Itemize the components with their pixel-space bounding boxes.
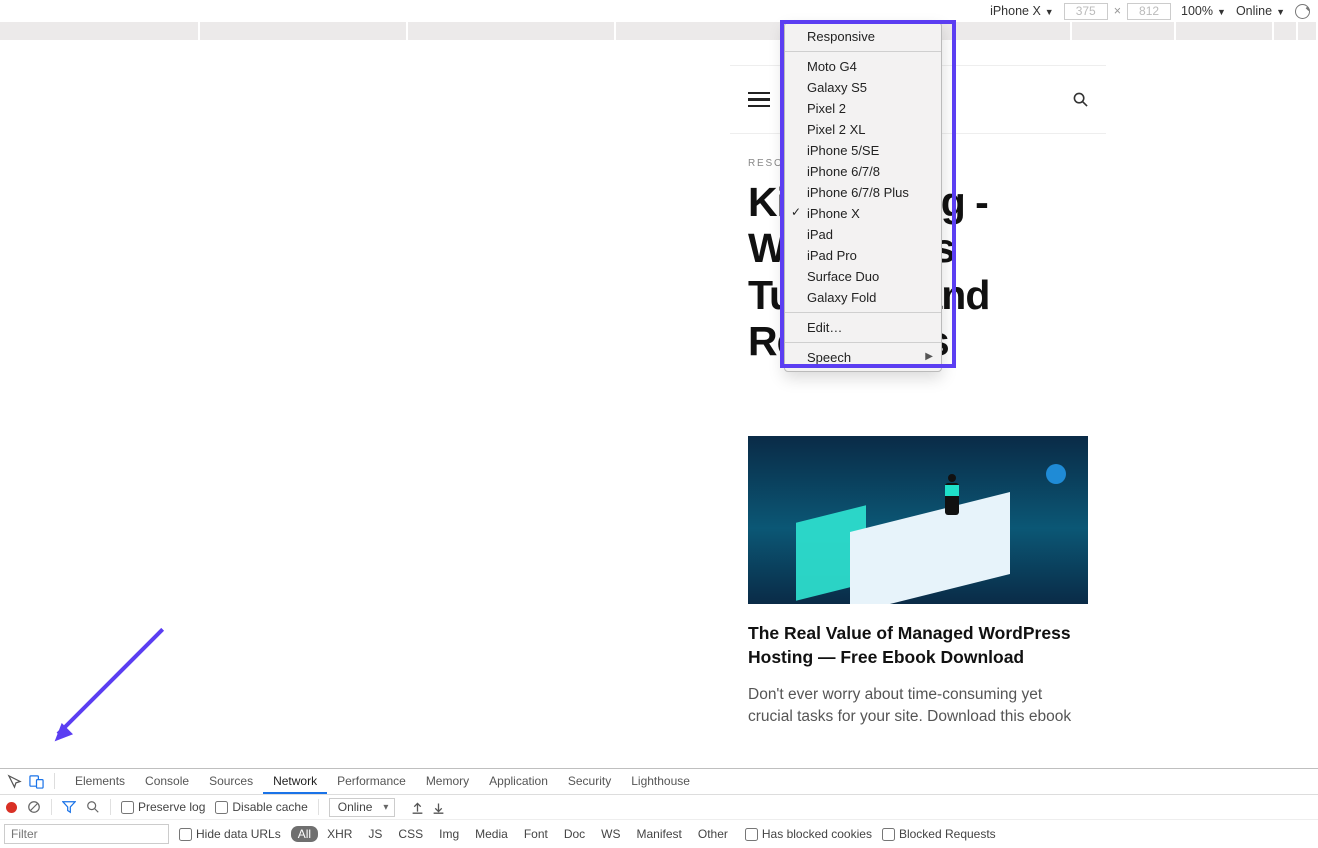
has-blocked-cookies-checkbox[interactable]: Has blocked cookies — [745, 827, 872, 841]
device-menu-item[interactable]: Surface Duo — [785, 266, 941, 287]
device-menu-item[interactable]: iPhone X — [785, 203, 941, 224]
type-pill-other[interactable]: Other — [691, 826, 735, 842]
throttle-label: Online — [1236, 4, 1272, 18]
type-pill-doc[interactable]: Doc — [557, 826, 592, 842]
blocked-requests-checkbox[interactable]: Blocked Requests — [882, 827, 996, 841]
devtools-tab-console[interactable]: Console — [135, 769, 199, 794]
zoom-label: 100% — [1181, 4, 1213, 18]
ruler-segment[interactable] — [1298, 22, 1318, 40]
type-pill-js[interactable]: JS — [361, 826, 389, 842]
disable-cache-checkbox[interactable]: Disable cache — [215, 800, 307, 814]
import-export-har — [411, 801, 445, 814]
caret-down-icon: ▼ — [1217, 7, 1226, 17]
type-pill-ws[interactable]: WS — [594, 826, 627, 842]
device-menu-item[interactable]: Pixel 2 XL — [785, 119, 941, 140]
device-menu-item[interactable]: Responsive — [785, 26, 941, 47]
upload-har-icon[interactable] — [411, 801, 424, 814]
devtools-panel: ElementsConsoleSourcesNetworkPerformance… — [0, 768, 1318, 848]
search-icon[interactable] — [1073, 92, 1088, 107]
device-menu-item[interactable]: iPhone 6/7/8 — [785, 161, 941, 182]
type-pill-img[interactable]: Img — [432, 826, 466, 842]
preserve-log-label: Preserve log — [138, 800, 205, 814]
disable-cache-label: Disable cache — [232, 800, 307, 814]
download-har-icon[interactable] — [432, 801, 445, 814]
blocked-requests-label: Blocked Requests — [899, 827, 996, 841]
devtools-tab-elements[interactable]: Elements — [65, 769, 135, 794]
device-menu-item[interactable]: Moto G4 — [785, 56, 941, 77]
hide-data-urls-checkbox[interactable]: Hide data URLs — [179, 827, 281, 841]
devtools-tab-performance[interactable]: Performance — [327, 769, 416, 794]
article-card[interactable]: The Real Value of Managed WordPress Host… — [748, 436, 1088, 728]
device-menu-item[interactable]: iPhone 5/SE — [785, 140, 941, 161]
ruler-segment[interactable] — [1072, 22, 1176, 40]
record-button[interactable] — [6, 802, 17, 813]
network-filter-input[interactable] — [4, 824, 169, 844]
device-list-menu[interactable]: Responsive Moto G4Galaxy S5Pixel 2Pixel 2… — [784, 22, 942, 372]
devtools-tab-memory[interactable]: Memory — [416, 769, 479, 794]
breakpoints-ruler — [0, 22, 1318, 40]
ruler-segment[interactable] — [408, 22, 616, 40]
device-menu-item[interactable]: iPad — [785, 224, 941, 245]
ruler-segment[interactable] — [1274, 22, 1298, 40]
search-icon[interactable] — [86, 800, 100, 814]
device-toolbar: iPhone X ▼ × 100% ▼ Online ▼ — [0, 0, 1318, 22]
type-pill-all[interactable]: All — [291, 826, 318, 842]
type-pill-manifest[interactable]: Manifest — [630, 826, 689, 842]
network-throttle-select[interactable]: Online — [329, 798, 396, 817]
inspect-element-icon[interactable] — [6, 773, 22, 789]
hide-data-urls-label: Hide data URLs — [196, 827, 281, 841]
type-pill-font[interactable]: Font — [517, 826, 555, 842]
device-menu-item[interactable]: iPad Pro — [785, 245, 941, 266]
article-hero-image — [748, 436, 1088, 604]
rotate-device-icon[interactable] — [1295, 4, 1310, 19]
device-menu-item[interactable]: Edit… — [785, 317, 941, 338]
ruler-segment[interactable] — [0, 22, 200, 40]
viewport-height-input[interactable] — [1127, 3, 1171, 20]
ruler-segment[interactable] — [1176, 22, 1274, 40]
device-menu-item[interactable]: Pixel 2 — [785, 98, 941, 119]
article-card-excerpt: Don't ever worry about time-consuming ye… — [748, 684, 1088, 729]
network-throttle-label: Online — [338, 800, 373, 814]
devtools-tab-application[interactable]: Application — [479, 769, 558, 794]
caret-down-icon: ▼ — [1045, 7, 1054, 17]
device-select-label: iPhone X — [990, 4, 1041, 18]
has-blocked-cookies-label: Has blocked cookies — [762, 827, 872, 841]
emulated-viewport-area: K RESOURCES Kinsta Blog - WordPress Tuto… — [0, 40, 1318, 768]
article-card-title: The Real Value of Managed WordPress Host… — [748, 622, 1088, 669]
zoom-select[interactable]: 100% ▼ — [1181, 4, 1226, 18]
ruler-segment[interactable] — [200, 22, 408, 40]
device-menu-item[interactable]: iPhone 6/7/8 Plus — [785, 182, 941, 203]
devtools-tab-sources[interactable]: Sources — [199, 769, 263, 794]
caret-down-icon: ▼ — [1276, 7, 1285, 17]
hamburger-menu-icon[interactable] — [748, 92, 770, 108]
devtools-tab-lighthouse[interactable]: Lighthouse — [621, 769, 700, 794]
toggle-device-toolbar-icon[interactable] — [28, 773, 44, 789]
preserve-log-checkbox[interactable]: Preserve log — [121, 800, 205, 814]
type-pill-xhr[interactable]: XHR — [320, 826, 359, 842]
devtools-tab-bar: ElementsConsoleSourcesNetworkPerformance… — [0, 769, 1318, 795]
type-pill-media[interactable]: Media — [468, 826, 515, 842]
throttle-select[interactable]: Online ▼ — [1236, 4, 1285, 18]
filter-icon[interactable] — [62, 800, 76, 814]
viewport-dimensions: × — [1064, 3, 1171, 20]
viewport-width-input[interactable] — [1064, 3, 1108, 20]
devtools-tab-network[interactable]: Network — [263, 769, 327, 794]
device-menu-item[interactable]: Galaxy Fold — [785, 287, 941, 308]
device-menu-item[interactable]: Speech — [785, 347, 941, 368]
dimension-separator: × — [1114, 4, 1121, 18]
resource-type-pills: AllXHRJSCSSImgMediaFontDocWSManifestOthe… — [291, 826, 735, 842]
network-filter-bar: Hide data URLs AllXHRJSCSSImgMediaFontDo… — [0, 820, 1318, 848]
device-select[interactable]: iPhone X ▼ — [990, 4, 1054, 18]
device-menu-item[interactable]: Galaxy S5 — [785, 77, 941, 98]
network-toolbar: Preserve log Disable cache Online — [0, 795, 1318, 821]
clear-icon[interactable] — [27, 800, 41, 814]
devtools-tab-security[interactable]: Security — [558, 769, 621, 794]
type-pill-css[interactable]: CSS — [391, 826, 430, 842]
